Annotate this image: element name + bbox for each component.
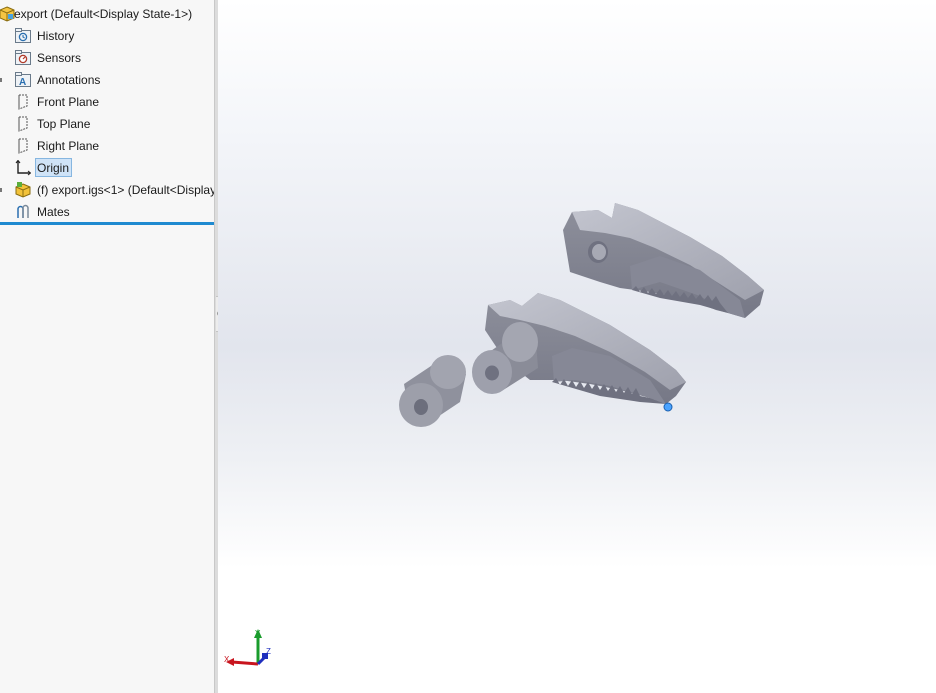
plane-icon (15, 94, 31, 110)
assembly-icon (0, 6, 15, 22)
tree-item-export-igs[interactable]: (f) export.igs<1> (Default<Display (0, 180, 214, 200)
upper-jaw-part[interactable] (563, 203, 764, 318)
expand-arrow-icon[interactable] (0, 188, 2, 192)
tree-item-label: Right Plane (37, 139, 100, 153)
origin-point-marker[interactable] (663, 402, 673, 412)
triad-y-label: Y (255, 629, 261, 638)
part-icon (15, 182, 31, 198)
x-axis-arrow (231, 660, 259, 666)
bushing-part[interactable] (399, 355, 466, 427)
triad-z-label: Z (266, 647, 271, 656)
tree-root-label: export (Default<Display State-1>) (14, 7, 193, 21)
plane-icon (15, 138, 31, 154)
tree-item-label: Mates (37, 205, 70, 219)
graphics-viewport[interactable] (218, 0, 936, 693)
tree-item-label: Top Plane (37, 117, 91, 131)
tree-item-label: Sensors (37, 51, 82, 65)
tree-item-label: History (37, 29, 75, 43)
view-triad[interactable]: Y X Z (222, 628, 274, 672)
tree-item-label: Front Plane (37, 95, 100, 109)
tree-item-mates[interactable]: Mates (0, 202, 214, 222)
tree-item-origin[interactable]: Origin (0, 158, 214, 178)
tree-item-label: (f) export.igs<1> (Default<Display (37, 183, 214, 197)
feature-manager-tree: export (Default<Display State-1>) Histor… (0, 0, 214, 693)
mates-icon (15, 204, 31, 220)
tree-item-label: Origin (37, 161, 70, 175)
tree-item-annotations[interactable]: A Annotations (0, 70, 214, 90)
tree-root-export[interactable]: export (Default<Display State-1>) (0, 4, 214, 24)
tree-item-front-plane[interactable]: Front Plane (0, 92, 214, 112)
annotations-folder-icon: A (15, 72, 31, 88)
tree-item-sensors[interactable]: Sensors (0, 48, 214, 68)
expand-arrow-icon[interactable] (0, 78, 2, 82)
sensors-folder-icon (15, 50, 31, 66)
triad-x-label: X (224, 655, 230, 664)
rollback-bar[interactable] (0, 222, 214, 225)
tree-item-history[interactable]: History (0, 26, 214, 46)
lower-jaw-part[interactable] (472, 293, 686, 404)
tree-item-label: Annotations (37, 73, 101, 87)
origin-icon (15, 159, 32, 176)
tree-item-top-plane[interactable]: Top Plane (0, 114, 214, 134)
svg-text:A: A (19, 77, 26, 88)
plane-icon (15, 116, 31, 132)
tree-item-right-plane[interactable]: Right Plane (0, 136, 214, 156)
history-folder-icon (15, 28, 31, 44)
assembly-model[interactable] (218, 0, 936, 693)
